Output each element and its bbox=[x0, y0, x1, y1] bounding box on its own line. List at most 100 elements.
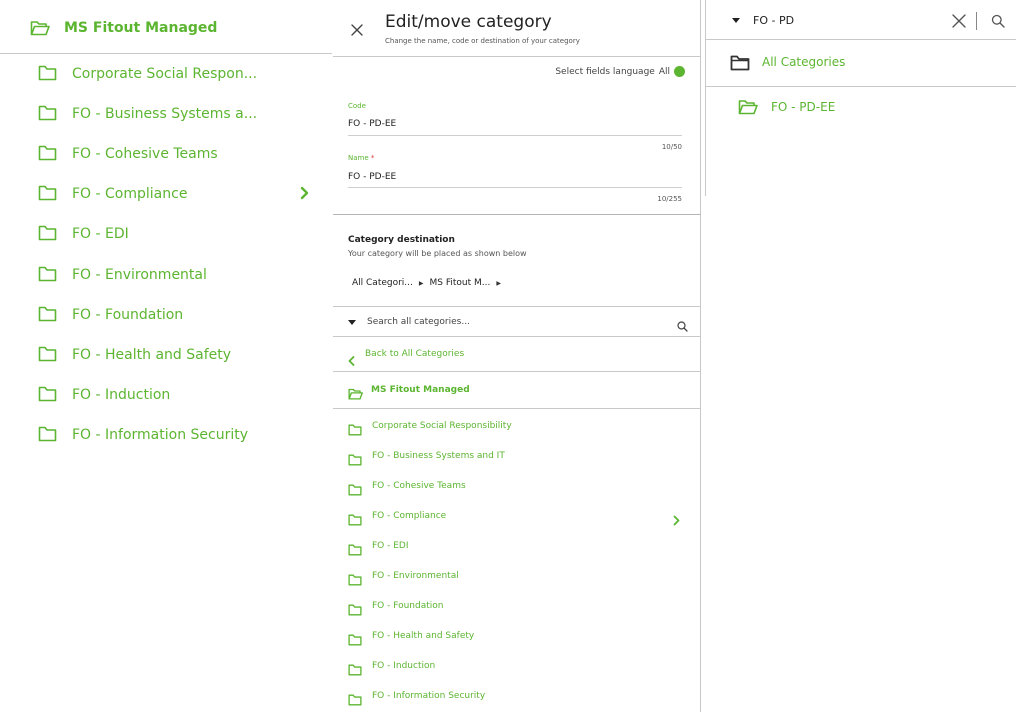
tree-item[interactable]: FO - Information Security bbox=[0, 416, 332, 456]
folder-icon bbox=[38, 426, 57, 446]
language-label: Select fields language bbox=[555, 66, 655, 77]
tree-item-label: FO - Information Security bbox=[72, 427, 249, 443]
search-result-item[interactable]: FO - PD-EE bbox=[705, 88, 1016, 128]
tree-item-label: FO - Environmental bbox=[72, 267, 207, 283]
destination-item[interactable]: FO - Business Systems and IT bbox=[333, 442, 701, 472]
tree-item-label: FO - Health and Safety bbox=[72, 347, 232, 363]
search-bar bbox=[705, 0, 1016, 40]
category-search-input[interactable] bbox=[367, 314, 657, 330]
folder-icon bbox=[38, 386, 57, 406]
name-field-underline bbox=[348, 187, 682, 188]
divider bbox=[333, 56, 701, 57]
tree-item[interactable]: FO - Compliance bbox=[0, 175, 332, 215]
folder-icon bbox=[348, 661, 362, 680]
breadcrumb-arrow-icon: ▶ bbox=[418, 279, 424, 287]
tree-item[interactable]: FO - EDI bbox=[0, 215, 332, 255]
destination-item-label: Corporate Social Responsibility bbox=[372, 421, 512, 431]
code-field-label: Code bbox=[348, 102, 366, 110]
destination-item-label: FO - Compliance bbox=[372, 511, 447, 521]
edit-category-panel: Edit/move category Change the name, code… bbox=[333, 0, 701, 712]
folder-icon bbox=[38, 185, 57, 205]
folder-icon bbox=[348, 421, 362, 440]
tree-item[interactable]: FO - Foundation bbox=[0, 296, 332, 336]
chevron-left-icon bbox=[348, 351, 355, 370]
close-icon[interactable] bbox=[349, 22, 365, 38]
destination-item[interactable]: FO - Induction bbox=[333, 652, 701, 682]
folder-icon bbox=[348, 541, 362, 560]
search-results-panel: All Categories FO - PD-EE bbox=[705, 0, 1016, 712]
destination-item[interactable]: FO - Information Security bbox=[333, 682, 701, 712]
destination-title: Category destination bbox=[348, 235, 455, 245]
destination-item-label: FO - Health and Safety bbox=[372, 631, 475, 641]
tree-item-label: FO - Foundation bbox=[72, 307, 184, 323]
tree-item-label: FO - Cohesive Teams bbox=[72, 146, 218, 162]
all-categories-label: All Categories bbox=[762, 55, 846, 69]
folder-icon bbox=[38, 105, 57, 125]
folder-icon bbox=[348, 601, 362, 620]
search-input[interactable] bbox=[753, 11, 943, 29]
search-icon[interactable] bbox=[677, 317, 688, 336]
destination-item[interactable]: FO - Cohesive Teams bbox=[333, 472, 701, 502]
destination-item-label: FO - Cohesive Teams bbox=[372, 481, 466, 491]
tree-item-label: FO - Business Systems a... bbox=[72, 106, 258, 122]
folder-icon bbox=[38, 145, 57, 165]
tree-item[interactable]: FO - Health and Safety bbox=[0, 336, 332, 376]
panel-title: Edit/move category bbox=[385, 12, 552, 32]
dropdown-caret-icon[interactable] bbox=[348, 320, 356, 325]
code-field[interactable]: FO - PD-EE bbox=[348, 119, 396, 129]
search-icon[interactable] bbox=[991, 13, 1005, 32]
group-label: MS Fitout Managed bbox=[371, 385, 470, 395]
destination-item[interactable]: Corporate Social Responsibility bbox=[333, 412, 701, 442]
destination-group-ms-fitout-managed[interactable]: MS Fitout Managed bbox=[333, 373, 701, 409]
destination-item[interactable]: FO - Health and Safety bbox=[333, 622, 701, 652]
folder-icon bbox=[38, 266, 57, 286]
tree-item-label: FO - Compliance bbox=[72, 186, 188, 202]
tree-item[interactable]: FO - Induction bbox=[0, 376, 332, 416]
destination-item[interactable]: FO - Environmental bbox=[333, 562, 701, 592]
tree-header-ms-fitout-managed[interactable]: MS Fitout Managed bbox=[0, 0, 332, 54]
destination-item-label: FO - Information Security bbox=[372, 691, 486, 701]
destination-item-label: FO - Foundation bbox=[372, 601, 444, 611]
destination-item-label: FO - Environmental bbox=[372, 571, 459, 581]
destination-breadcrumb: All Categori... ▶ MS Fitout M... ▶ bbox=[352, 278, 501, 288]
folder-icon bbox=[730, 55, 750, 75]
folder-icon bbox=[348, 691, 362, 710]
destination-item[interactable]: FO - Foundation bbox=[333, 592, 701, 622]
language-selector[interactable]: Select fields language All bbox=[555, 66, 685, 77]
clear-icon[interactable] bbox=[951, 13, 967, 33]
required-mark: * bbox=[370, 154, 375, 162]
name-field[interactable]: FO - PD-EE bbox=[348, 172, 396, 182]
chevron-right-icon[interactable] bbox=[673, 511, 680, 530]
folder-icon bbox=[348, 451, 362, 470]
folder-icon bbox=[38, 306, 57, 326]
folder-icon bbox=[348, 511, 362, 530]
back-to-all-categories-link[interactable]: Back to All Categories bbox=[333, 338, 701, 372]
globe-icon bbox=[674, 66, 685, 77]
folder-open-icon bbox=[348, 385, 363, 404]
category-tree-panel: MS Fitout Managed Corporate Social Respo… bbox=[0, 0, 332, 712]
destination-item-label: FO - Business Systems and IT bbox=[372, 451, 505, 461]
tree-item[interactable]: FO - Environmental bbox=[0, 256, 332, 296]
tree-item[interactable]: FO - Business Systems a... bbox=[0, 95, 332, 135]
folder-icon bbox=[38, 225, 57, 245]
tree-item-label: FO - Induction bbox=[72, 387, 171, 403]
folder-open-icon bbox=[30, 20, 50, 40]
chevron-right-icon[interactable] bbox=[300, 185, 310, 205]
folder-icon bbox=[38, 65, 57, 85]
destination-item[interactable]: FO - Compliance bbox=[333, 502, 701, 532]
tree-item[interactable]: FO - Cohesive Teams bbox=[0, 135, 332, 175]
breadcrumb-item[interactable]: All Categori... bbox=[352, 278, 413, 288]
dropdown-caret-icon[interactable] bbox=[732, 18, 740, 23]
code-char-counter: 10/50 bbox=[661, 143, 682, 151]
divider bbox=[333, 214, 701, 215]
breadcrumb-item[interactable]: MS Fitout M... bbox=[430, 278, 491, 288]
divider bbox=[976, 12, 977, 30]
panel-subtitle: Change the name, code or destination of … bbox=[385, 37, 580, 45]
tree-item[interactable]: Corporate Social Respon... bbox=[0, 55, 332, 95]
tree-header-title: MS Fitout Managed bbox=[64, 20, 218, 36]
destination-item[interactable]: FO - EDI bbox=[333, 532, 701, 562]
search-result-label: FO - PD-EE bbox=[771, 100, 836, 114]
folder-icon bbox=[348, 631, 362, 650]
all-categories-item[interactable]: All Categories bbox=[705, 40, 1016, 87]
destination-item-label: FO - Induction bbox=[372, 661, 436, 671]
